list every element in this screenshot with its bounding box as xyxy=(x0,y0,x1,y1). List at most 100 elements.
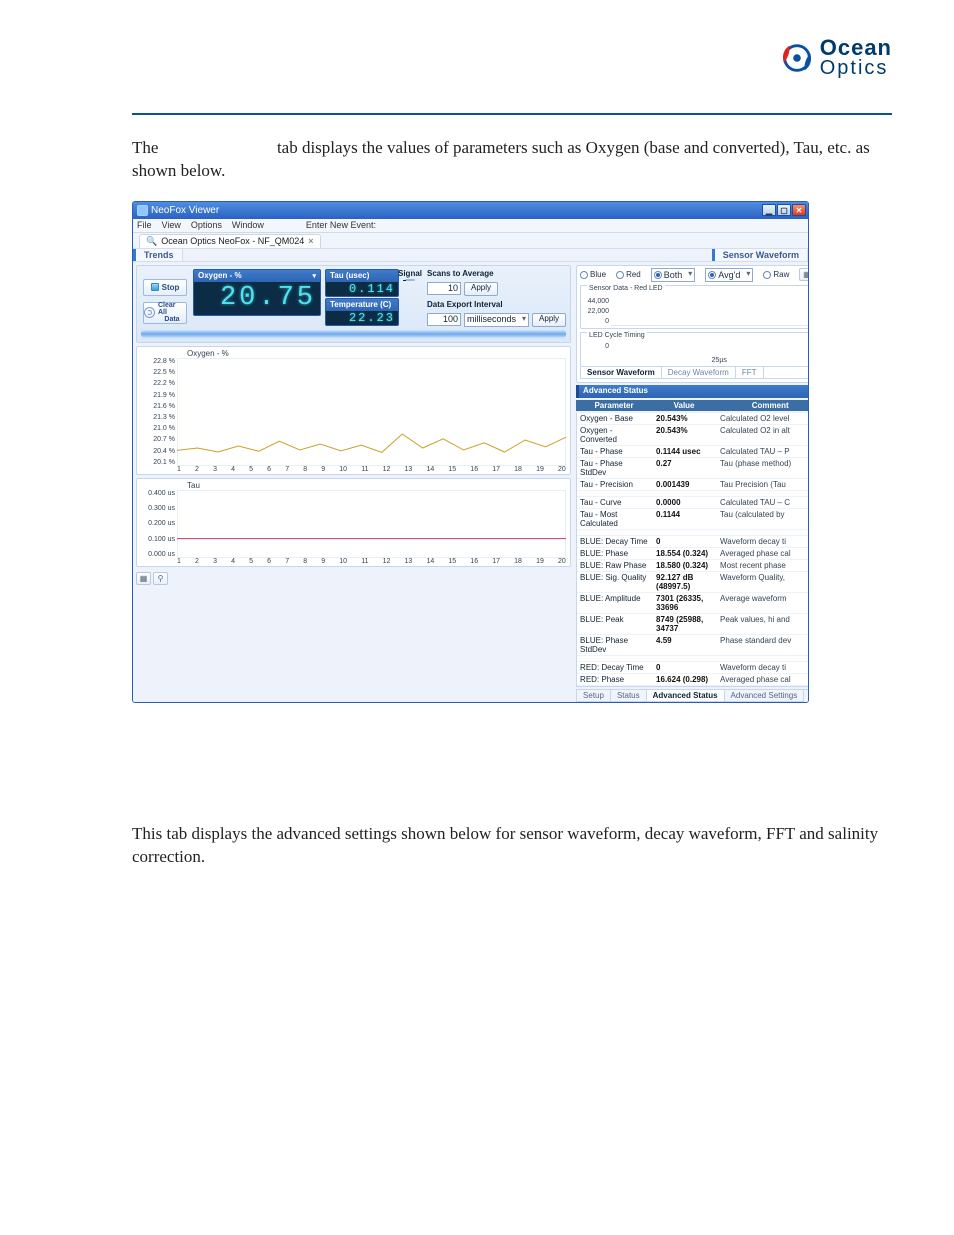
chart-tool-2[interactable]: ⚲ xyxy=(153,572,168,585)
param-value: 7301 (26335, 33696 xyxy=(653,593,717,613)
panel-tab-row: Trends Sensor Waveform xyxy=(133,248,808,262)
export-interval-input[interactable]: 100 xyxy=(427,313,461,326)
brand-logo-mark xyxy=(778,39,816,77)
led-cycle-xlabel: 25µs xyxy=(611,357,809,364)
scans-to-average-label: Scans to Average xyxy=(427,269,566,278)
window-maximize-button[interactable]: ▢ xyxy=(777,204,791,216)
chevron-down-icon: ▾ xyxy=(312,272,316,280)
col-comment: Comment xyxy=(716,400,809,411)
param-comment: Most recent phase xyxy=(717,560,809,571)
tau-chart-xaxis: 1234567891011121314151617181920 xyxy=(177,558,566,565)
document-tab-close-icon[interactable]: × xyxy=(308,236,313,246)
window-minimize-button[interactable]: ▁ xyxy=(762,204,776,216)
export-apply-button[interactable]: Apply xyxy=(532,313,566,327)
advanced-status-header: Advanced Status xyxy=(576,385,809,398)
chart-tool-1[interactable]: ▦ xyxy=(136,572,151,585)
titlebar: NeoFox Viewer ▁ ▢ ✕ xyxy=(133,202,808,219)
menu-options[interactable]: Options xyxy=(191,220,222,230)
menu-new-event-label: Enter New Event: xyxy=(306,220,376,230)
param-comment: Calculated O2 level xyxy=(717,413,809,424)
param-value: 4.59 xyxy=(653,635,717,655)
tau-chart-yaxis: 0.400 us0.300 us0.200 us0.100 us0.000 us xyxy=(143,490,175,558)
window-close-button[interactable]: ✕ xyxy=(792,204,806,216)
sensor-data-plot: Sensor Data - Red LED 44,00022,0000 xyxy=(580,285,809,329)
subtab-fft[interactable]: FFT xyxy=(736,367,764,378)
table-row: Tau - Most Calculated0.1144Tau (calculat… xyxy=(577,509,809,530)
subtab-decay-waveform[interactable]: Decay Waveform xyxy=(662,367,736,378)
trends-pane: Stop Clear All Data xyxy=(133,262,574,702)
document-tab[interactable]: 🔍 Ocean Optics NeoFox - NF_QM024 × xyxy=(139,234,321,248)
oxygen-gauge-value: 20.75 xyxy=(193,282,321,316)
intro-paragraph-1: The tab displays the values of parameter… xyxy=(132,137,892,183)
param-comment: Tau (calculated by xyxy=(717,509,809,529)
param-comment: Calculated TAU – C xyxy=(717,497,809,508)
scans-apply-button[interactable]: Apply xyxy=(464,282,498,296)
radio-avgd[interactable]: Avg'd xyxy=(705,268,753,282)
tab-trends[interactable]: Trends xyxy=(133,249,183,261)
led-cycle-title: LED Cycle Timing xyxy=(587,332,647,339)
temp-gauge-label: Temperature (C) xyxy=(330,300,391,309)
brand-name-line2: Optics xyxy=(820,59,892,78)
table-row: BLUE: Amplitude7301 (26335, 33696Average… xyxy=(577,593,809,614)
sensor-data-title: Sensor Data - Red LED xyxy=(587,285,665,292)
menu-view[interactable]: View xyxy=(162,220,181,230)
radio-blue[interactable]: Blue xyxy=(580,270,606,279)
radio-raw[interactable]: Raw xyxy=(763,270,789,279)
bottom-tab-setup[interactable]: Setup xyxy=(576,690,611,702)
table-row: Tau - Phase StdDev0.27Tau (phase method) xyxy=(577,458,809,479)
app-window: NeoFox Viewer ▁ ▢ ✕ File View Options Wi… xyxy=(132,201,809,703)
signal-label: Signal xyxy=(398,269,422,278)
menu-file[interactable]: File xyxy=(137,220,152,230)
stop-button[interactable]: Stop xyxy=(143,279,187,296)
clear-button-l2: Data xyxy=(164,316,179,323)
param-name: Tau - Most Calculated xyxy=(577,509,653,529)
param-comment: Peak values, hi and xyxy=(717,614,809,634)
param-name: BLUE: Amplitude xyxy=(577,593,653,613)
table-row: Tau - Precision0.001439Tau Precision (Ta… xyxy=(577,479,809,491)
tau-chart-title: Tau xyxy=(187,481,568,490)
document-tab-row: 🔍 Ocean Optics NeoFox - NF_QM024 × xyxy=(133,233,808,248)
col-parameter: Parameter xyxy=(576,400,652,411)
table-row: BLUE: Phase18.554 (0.324)Averaged phase … xyxy=(577,548,809,560)
waveform-tool-1[interactable]: ▦ xyxy=(799,268,809,281)
table-row: BLUE: Decay Time0Waveform decay ti xyxy=(577,536,809,548)
document-tab-label: Ocean Optics NeoFox - NF_QM024 xyxy=(161,236,304,246)
param-comment: Tau Precision (Tau xyxy=(717,479,809,490)
export-interval-unit-select[interactable]: milliseconds xyxy=(464,313,529,327)
param-comment: Averaged phase cal xyxy=(717,674,809,685)
scans-to-average-input[interactable]: 10 xyxy=(427,282,461,295)
param-comment: Phase standard dev xyxy=(717,635,809,655)
bottom-tab-advanced-settings[interactable]: Advanced Settings xyxy=(724,690,805,702)
bottom-tab-advanced-status[interactable]: Advanced Status xyxy=(646,690,725,702)
param-value: 0 xyxy=(653,662,717,673)
stop-button-label: Stop xyxy=(162,283,180,292)
tab-sensor-waveform[interactable]: Sensor Waveform xyxy=(712,249,808,261)
table-row: RED: Phase16.624 (0.298)Averaged phase c… xyxy=(577,674,809,686)
table-row: Oxygen - Converted20.543%Calculated O2 i… xyxy=(577,425,809,446)
radio-red[interactable]: Red xyxy=(616,270,641,279)
radio-both[interactable]: Both xyxy=(651,268,696,282)
param-name: BLUE: Raw Phase xyxy=(577,560,653,571)
param-comment: Tau (phase method) xyxy=(717,458,809,478)
subtab-sensor-waveform[interactable]: Sensor Waveform xyxy=(581,367,662,378)
param-comment: Averaged phase cal xyxy=(717,548,809,559)
intro-paragraph-2: This tab displays the advanced settings … xyxy=(132,823,892,869)
bottom-tab-status[interactable]: Status xyxy=(610,690,647,702)
param-value: 0.0000 xyxy=(653,497,717,508)
param-name: BLUE: Decay Time xyxy=(577,536,653,547)
trends-top-strip: Stop Clear All Data xyxy=(136,265,571,343)
signal-bar xyxy=(405,279,415,281)
brand-logo: Ocean Optics xyxy=(778,38,892,78)
menubar: File View Options Window Enter New Event… xyxy=(133,219,808,233)
menu-window[interactable]: Window xyxy=(232,220,264,230)
param-value: 0 xyxy=(653,536,717,547)
waveform-subtabs: Sensor Waveform Decay Waveform FFT xyxy=(580,367,809,379)
oxygen-gauge-header[interactable]: Oxygen - % ▾ xyxy=(193,269,321,282)
param-name: Tau - Phase StdDev xyxy=(577,458,653,478)
param-value: 92.127 dB (48997.5) xyxy=(653,572,717,592)
clear-all-data-button[interactable]: Clear All Data xyxy=(143,302,187,324)
table-row: Tau - Curve0.0000Calculated TAU – C xyxy=(577,497,809,509)
param-value: 20.543% xyxy=(653,413,717,424)
temp-gauge-header: Temperature (C) xyxy=(325,298,399,311)
table-row: RED: Decay Time0Waveform decay ti xyxy=(577,662,809,674)
